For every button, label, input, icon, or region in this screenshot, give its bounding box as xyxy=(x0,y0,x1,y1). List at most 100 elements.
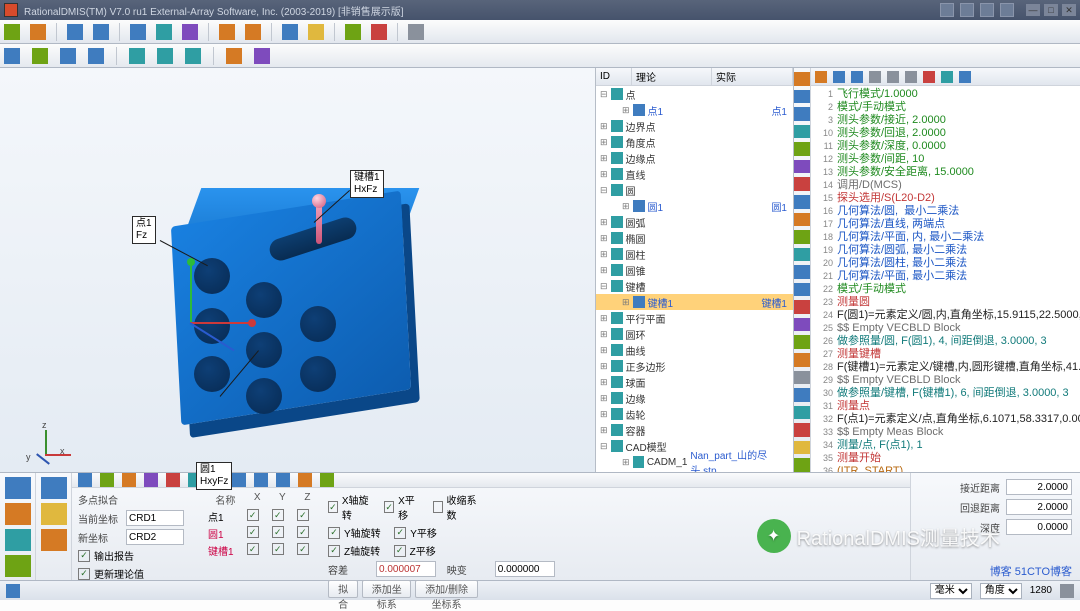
side-icon-6[interactable] xyxy=(794,160,810,174)
tree-row[interactable]: 圆1圆1 xyxy=(596,198,793,214)
side-icon-19[interactable] xyxy=(794,388,810,402)
mb-icon-5[interactable] xyxy=(166,473,180,487)
zoom-icon[interactable] xyxy=(254,48,270,64)
doc-icon[interactable] xyxy=(282,24,298,40)
tree-row[interactable]: 容器 xyxy=(596,422,793,438)
side-icon-14[interactable] xyxy=(794,300,810,314)
tree-row[interactable]: 椭圆 xyxy=(596,230,793,246)
ct-paste-icon[interactable] xyxy=(905,71,917,83)
tree-row[interactable]: 曲线 xyxy=(596,342,793,358)
ct-save-icon[interactable] xyxy=(833,71,845,83)
view3-icon[interactable] xyxy=(185,48,201,64)
viewport-3d[interactable]: 键槽1HxFz 点1Fz 圆1HxyFz z x y xyxy=(0,68,596,472)
curcs-input[interactable] xyxy=(126,510,184,526)
flag-icon[interactable] xyxy=(219,24,235,40)
ck-upd[interactable] xyxy=(78,568,90,580)
side-icon-2[interactable] xyxy=(794,90,810,104)
side-icon-11[interactable] xyxy=(794,248,810,262)
side-icon-20[interactable] xyxy=(794,406,810,420)
approach-input[interactable] xyxy=(1006,479,1072,495)
bl-icon-2[interactable] xyxy=(5,503,31,525)
tree-row[interactable]: 点1点1 xyxy=(596,102,793,118)
side-icon-8[interactable] xyxy=(794,195,810,209)
label-point[interactable]: 点1Fz xyxy=(132,216,156,244)
new-icon[interactable] xyxy=(4,24,20,40)
bl2-icon-1[interactable] xyxy=(41,477,67,499)
coord-icon[interactable] xyxy=(93,24,109,40)
mb-icon-2[interactable] xyxy=(100,473,114,487)
label-circle[interactable]: 圆1HxyFz xyxy=(196,462,232,490)
tree-row[interactable]: 圆弧 xyxy=(596,214,793,230)
tree-body[interactable]: 点点1点1边界点角度点边缘点直线圆圆1圆1圆弧椭圆圆柱圆锥键槽键槽1键槽1平行平… xyxy=(596,86,793,472)
tree-row[interactable]: 键槽1键槽1 xyxy=(596,294,793,310)
quick-icon-1[interactable] xyxy=(940,3,954,17)
mb-icon-4[interactable] xyxy=(144,473,158,487)
retract-input[interactable] xyxy=(1006,499,1072,515)
side-icon-3[interactable] xyxy=(794,107,810,121)
tree-row[interactable]: 边界点 xyxy=(596,118,793,134)
addcs-button[interactable]: 添加坐标系 xyxy=(362,580,411,598)
close-button[interactable]: ✕ xyxy=(1062,4,1076,16)
side-icon-23[interactable] xyxy=(794,458,810,472)
side-icon-5[interactable] xyxy=(794,142,810,156)
minimize-button[interactable]: — xyxy=(1026,4,1040,16)
side-icon-10[interactable] xyxy=(794,230,810,244)
tree-row[interactable]: 角度点 xyxy=(596,134,793,150)
ct-copy-icon[interactable] xyxy=(887,71,899,83)
home-icon[interactable] xyxy=(4,48,20,64)
status-end-icon[interactable] xyxy=(1060,584,1074,598)
side-icon-18[interactable] xyxy=(794,371,810,385)
addremcs-button[interactable]: 添加/删除坐标系 xyxy=(415,580,478,598)
side-icon-4[interactable] xyxy=(794,125,810,139)
tree-row[interactable]: 平行平面 xyxy=(596,310,793,326)
quick-icon-3[interactable] xyxy=(980,3,994,17)
tree-row[interactable]: 边缘点 xyxy=(596,150,793,166)
mb-icon-7[interactable] xyxy=(232,473,246,487)
step-input[interactable] xyxy=(495,561,555,577)
side-icon-22[interactable] xyxy=(794,441,810,455)
flag2-icon[interactable] xyxy=(245,24,261,40)
axis-icon[interactable] xyxy=(130,24,146,40)
refresh-icon[interactable] xyxy=(32,48,48,64)
ct-goto-icon[interactable] xyxy=(959,71,971,83)
bl-icon-1[interactable] xyxy=(5,477,31,499)
folder-icon[interactable] xyxy=(308,24,324,40)
mb-icon-9[interactable] xyxy=(276,473,290,487)
unit-select[interactable]: 毫米 xyxy=(930,583,972,599)
view1-icon[interactable] xyxy=(129,48,145,64)
mb-icon-11[interactable] xyxy=(320,473,334,487)
quick-icon-2[interactable] xyxy=(960,3,974,17)
tree-row[interactable]: 圆锥 xyxy=(596,262,793,278)
fit-button[interactable]: 拟合 xyxy=(328,580,358,598)
model-icon[interactable] xyxy=(182,24,198,40)
quick-icon-4[interactable] xyxy=(1000,3,1014,17)
bl2-icon-2[interactable] xyxy=(41,503,67,525)
ct-cut-icon[interactable] xyxy=(869,71,881,83)
side-icon-13[interactable] xyxy=(794,283,810,297)
tree-row[interactable]: 直线 xyxy=(596,166,793,182)
side-icon-16[interactable] xyxy=(794,335,810,349)
newcs-input[interactable] xyxy=(126,529,184,545)
side-icon-12[interactable] xyxy=(794,265,810,279)
ck-outrpt[interactable] xyxy=(78,550,90,562)
gear-icon[interactable] xyxy=(408,24,424,40)
side-icon-7[interactable] xyxy=(794,177,810,191)
tree-row[interactable]: 球面 xyxy=(596,374,793,390)
ct-save2-icon[interactable] xyxy=(851,71,863,83)
tree-row[interactable]: 齿轮 xyxy=(596,406,793,422)
ct-open-icon[interactable] xyxy=(815,71,827,83)
side-icon-9[interactable] xyxy=(794,213,810,227)
mb-icon-3[interactable] xyxy=(122,473,136,487)
depth-input[interactable] xyxy=(1006,519,1072,535)
plane-icon[interactable] xyxy=(156,24,172,40)
angle-select[interactable]: 角度 xyxy=(980,583,1022,599)
mb-icon-8[interactable] xyxy=(254,473,268,487)
tree-row[interactable]: 圆 xyxy=(596,182,793,198)
cam-icon[interactable] xyxy=(226,48,242,64)
mb-icon-10[interactable] xyxy=(298,473,312,487)
bl-icon-4[interactable] xyxy=(5,555,31,577)
open-icon[interactable] xyxy=(30,24,46,40)
tree-row[interactable]: CADM_1Nan_part_山的尽头.stp xyxy=(596,454,793,470)
bl-icon-3[interactable] xyxy=(5,529,31,551)
back-icon[interactable] xyxy=(60,48,76,64)
